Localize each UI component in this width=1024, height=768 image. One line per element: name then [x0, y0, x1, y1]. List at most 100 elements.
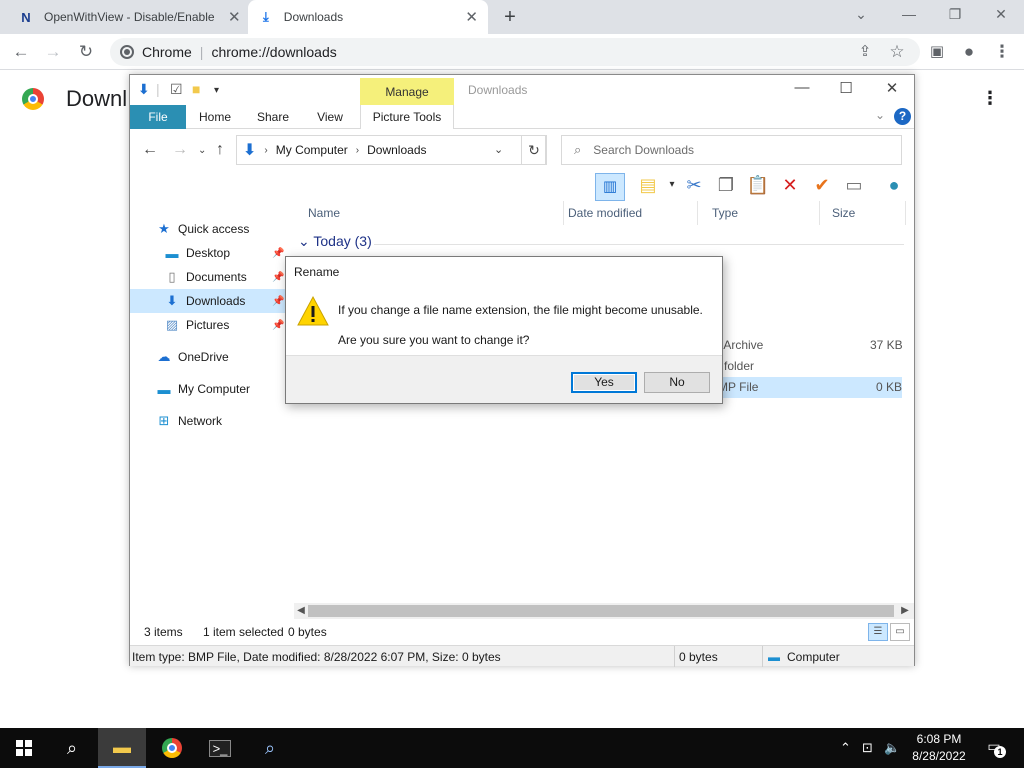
pin-icon[interactable]: 📌	[272, 296, 284, 307]
file-size: 0 KB	[876, 380, 903, 394]
rename-check-icon[interactable]: ✔	[810, 173, 834, 197]
document-viewer-taskbar-icon[interactable]: ⌕	[246, 728, 294, 768]
up-arrow-icon[interactable]: ↑	[216, 141, 224, 159]
column-type[interactable]: Type	[702, 201, 820, 225]
yes-button[interactable]: Yes	[571, 372, 637, 393]
new-folder-icon[interactable]: ■	[192, 81, 200, 97]
network-globe-icon[interactable]: ●	[882, 173, 906, 197]
terminal-taskbar-icon[interactable]: >_	[196, 728, 244, 768]
nav-quick-access[interactable]: ★ Quick access	[130, 217, 290, 241]
address-dropdown-icon[interactable]: ⌄	[494, 143, 503, 156]
pin-icon[interactable]: 📌	[272, 320, 284, 331]
back-arrow-icon[interactable]: ←	[142, 141, 158, 159]
nav-label: Pictures	[186, 318, 230, 332]
close-button[interactable]: ✕	[872, 79, 912, 97]
column-size[interactable]: Size	[822, 201, 906, 225]
scroll-right-icon[interactable]: ▶	[898, 603, 912, 619]
side-panel-icon[interactable]: ▣	[924, 39, 950, 65]
new-dropdown-icon[interactable]: ▾	[660, 173, 684, 197]
nav-my-computer[interactable]: ▬ My Computer	[130, 377, 290, 401]
preview-pane-icon[interactable]: ▥	[595, 173, 625, 201]
new-folder-icon[interactable]: ▤	[636, 173, 660, 197]
share-icon[interactable]: ⇪	[852, 39, 878, 65]
page-more-icon[interactable]: ⋮	[980, 88, 1000, 109]
notification-count: 1	[994, 746, 1006, 758]
details-view-icon[interactable]: ☰	[868, 623, 888, 641]
scroll-left-icon[interactable]: ◀	[294, 603, 308, 619]
start-button[interactable]	[0, 728, 48, 768]
show-hidden-icons-icon[interactable]: ⌃	[840, 740, 851, 756]
pin-icon[interactable]: 📌	[272, 248, 284, 259]
nav-desktop[interactable]: ▬ Desktop 📌	[130, 241, 290, 265]
copy-icon[interactable]: ❐	[714, 173, 738, 197]
omnibox-separator: |	[199, 44, 204, 60]
minimize-button[interactable]: —	[782, 79, 822, 96]
nav-documents[interactable]: ▯ Documents 📌	[130, 265, 290, 289]
column-date-modified[interactable]: Date modified	[558, 201, 698, 225]
pin-icon[interactable]: 📌	[272, 272, 284, 283]
search-input[interactable]: ⌕ Search Downloads	[561, 135, 902, 165]
paste-icon[interactable]: 📋	[746, 173, 770, 197]
properties-icon[interactable]: ☑	[170, 81, 183, 98]
status-bar: 3 items 1 item selected 0 bytes ☰ ▭	[130, 621, 914, 643]
help-icon[interactable]: ?	[894, 108, 911, 125]
delete-icon[interactable]: ✕	[778, 173, 802, 197]
profile-avatar[interactable]: ●	[956, 39, 982, 65]
tab-openwithview[interactable]: N OpenWithView - Disable/Enable ✕	[8, 0, 251, 34]
breadcrumb-downloads[interactable]: Downloads	[367, 143, 426, 157]
forward-button[interactable]: →	[40, 39, 66, 65]
tab-file[interactable]: File	[130, 105, 186, 129]
pictures-icon: ▨	[165, 317, 179, 332]
chrome-taskbar-icon[interactable]	[148, 728, 196, 768]
new-tab-button[interactable]: +	[498, 5, 522, 29]
nav-network[interactable]: ⊞ Network	[130, 409, 290, 433]
clock-time: 6:08 PM	[916, 732, 962, 746]
properties-icon[interactable]: ▭	[842, 173, 866, 197]
large-icons-view-icon[interactable]: ▭	[890, 623, 910, 641]
maximize-button[interactable]: ☐	[826, 79, 866, 97]
nav-downloads[interactable]: ⬇ Downloads 📌	[130, 289, 290, 313]
tab-downloads[interactable]: ⤓ Downloads ✕	[248, 0, 488, 34]
group-header[interactable]: ⌄ Today (3)	[298, 233, 372, 250]
reload-button[interactable]: ↻	[73, 39, 99, 65]
forward-arrow-icon[interactable]: →	[172, 141, 188, 159]
page-title: Downl	[66, 86, 128, 111]
horizontal-scrollbar[interactable]: ◀ ▶	[294, 603, 914, 619]
tab-picture-tools[interactable]: Picture Tools	[360, 105, 454, 129]
network-tray-icon[interactable]: ⊡	[862, 740, 873, 756]
address-bar[interactable]: Chrome | chrome://downloads	[110, 38, 920, 66]
recent-locations-icon[interactable]: ⌄	[198, 145, 206, 156]
close-window-button[interactable]: ✕	[978, 0, 1024, 30]
network-icon: ⊞	[158, 413, 170, 428]
scrollbar-thumb[interactable]	[308, 605, 894, 617]
bookmark-star-icon[interactable]: ☆	[884, 39, 910, 65]
nav-pictures[interactable]: ▨ Pictures 📌	[130, 313, 290, 337]
close-tab-icon[interactable]: ✕	[465, 8, 478, 26]
nav-onedrive[interactable]: ☁ OneDrive	[130, 345, 290, 369]
close-tab-icon[interactable]: ✕	[228, 8, 241, 26]
tab-home[interactable]: Home	[192, 105, 238, 129]
tab-share[interactable]: Share	[250, 105, 296, 129]
back-button[interactable]: ←	[8, 39, 34, 65]
tab-search-icon[interactable]: ⌄	[838, 0, 884, 30]
breadcrumb-separator-icon[interactable]: ›	[356, 145, 359, 156]
breadcrumb-my-computer[interactable]: My Computer	[276, 143, 348, 157]
system-clock[interactable]: 6:08 PM 8/28/2022	[906, 731, 972, 765]
qat-dropdown-icon[interactable]: ▾	[214, 85, 219, 96]
no-button[interactable]: No	[644, 372, 710, 393]
cut-icon[interactable]: ✂	[682, 173, 706, 197]
minimize-button[interactable]: —	[886, 0, 932, 30]
breadcrumb-separator-icon[interactable]: ›	[264, 145, 267, 156]
table-row-selected[interactable]: MP File 0 KB	[714, 377, 902, 398]
search-icon[interactable]: ⌕	[48, 728, 96, 768]
tab-view[interactable]: View	[308, 105, 352, 129]
dialog-title: Rename	[294, 265, 340, 279]
refresh-button[interactable]: ↻	[521, 135, 547, 165]
column-name[interactable]: Name	[298, 201, 564, 225]
restore-button[interactable]: ❐	[932, 0, 978, 30]
file-explorer-taskbar-icon[interactable]: ▬	[98, 728, 146, 768]
volume-icon[interactable]: 🔈	[884, 740, 900, 756]
expand-ribbon-icon[interactable]: ⌄	[875, 108, 885, 122]
notifications-icon[interactable]: ▭ 1	[984, 738, 1006, 758]
chrome-menu-icon[interactable]: ⋮	[989, 39, 1015, 65]
